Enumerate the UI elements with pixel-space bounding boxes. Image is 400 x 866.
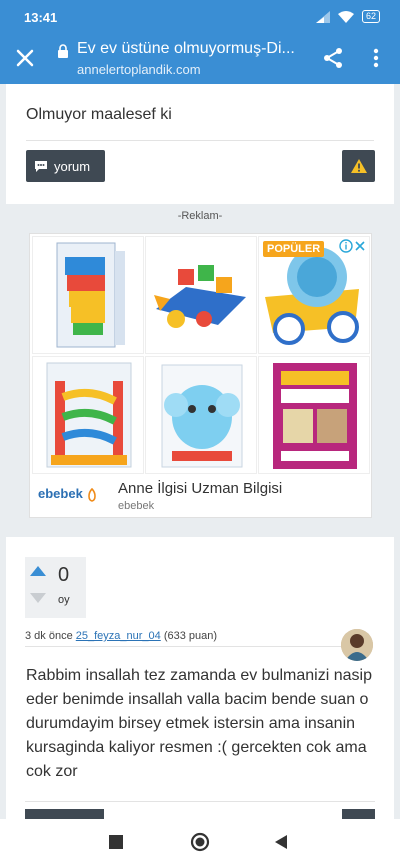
reply-button[interactable]: yorum: [26, 150, 105, 182]
elephant-toy-image: [161, 364, 243, 468]
adchoices-icon[interactable]: [339, 239, 367, 253]
chat-bubble-icon: [35, 160, 47, 172]
comment-text: Olmuyor maalesef ki: [26, 106, 172, 123]
page-title[interactable]: Ev ev üstüne olmuyormuş-Di...: [77, 40, 302, 58]
downvote-icon[interactable]: [30, 593, 46, 603]
ad-product-puzzle[interactable]: [258, 356, 370, 474]
reply-button-label: yorum: [54, 158, 91, 174]
ad-product-elephant[interactable]: [145, 356, 257, 474]
system-nav-bar: [0, 819, 400, 866]
ad-advertiser: ebebek: [118, 500, 155, 512]
divider: [25, 646, 356, 647]
ad-headline[interactable]: Anne İlgisi Uzman Bilgisi: [118, 480, 282, 497]
rain-drop-toy-image: [46, 362, 132, 468]
vote-box: 0 oy: [25, 557, 86, 618]
report-button[interactable]: [342, 150, 375, 182]
ebebek-logo-mark: [88, 487, 97, 502]
signal-icon: [315, 10, 330, 23]
ad-label: -Reklam-: [177, 210, 223, 222]
ad-product-shape-sorter[interactable]: [145, 236, 257, 354]
divider: [25, 801, 375, 802]
share-icon[interactable]: [321, 46, 345, 70]
recent-apps-icon[interactable]: [109, 835, 123, 849]
lock-icon: [58, 44, 68, 58]
popular-badge: POPÜLER: [263, 241, 325, 257]
warning-icon: [350, 159, 367, 173]
puzzle-box-image: [273, 363, 357, 469]
wifi-icon: [337, 10, 354, 23]
ad-product-ball-car[interactable]: POPÜLER: [258, 236, 370, 354]
status-time: 13:41: [24, 10, 58, 25]
browser-toolbar: Ev ev üstüne olmuyormuş-Di... annelertop…: [0, 34, 400, 84]
vote-count: 0: [58, 564, 70, 586]
comment-card: Olmuyor maalesef ki yorum: [6, 84, 394, 204]
upvote-icon[interactable]: [30, 566, 46, 576]
stacking-cups-image: [56, 242, 125, 348]
close-icon[interactable]: [13, 46, 37, 70]
status-bar: 13:41 62: [0, 0, 400, 34]
comment-username[interactable]: 25_feyza_nur_04: [76, 630, 161, 642]
ad-product-stacking-cups[interactable]: [32, 236, 144, 354]
comment-meta: 3 dk önce 25_feyza_nur_04 (633 puan): [25, 630, 217, 642]
comment-points: (633 puan): [163, 630, 218, 642]
comment-time: 3 dk önce: [25, 630, 73, 642]
shape-sorter-image: [154, 265, 246, 328]
page-domain[interactable]: annelertoplandik.com: [77, 62, 201, 77]
battery-indicator: 62: [361, 10, 380, 23]
comment-card: 0 oy 3 dk önce 25_feyza_nur_04 (633 puan…: [6, 537, 394, 827]
divider: [26, 140, 374, 141]
home-icon[interactable]: [190, 832, 210, 852]
ebebek-logo: ebebek: [38, 486, 98, 502]
ad-product-rain-drop[interactable]: [32, 356, 144, 474]
comment-text: Rabbim insallah tez zamanda ev bulmanizi…: [26, 667, 372, 780]
ad-banner[interactable]: POPÜLER ebebek Anne İlgisi Uzman Bilgisi…: [29, 233, 372, 518]
vote-label: oy: [58, 594, 70, 606]
avatar-image: [341, 629, 373, 661]
avatar[interactable]: [341, 629, 373, 661]
back-icon[interactable]: [273, 834, 289, 850]
more-options-icon[interactable]: [368, 46, 384, 70]
status-icons: 62: [315, 10, 380, 23]
